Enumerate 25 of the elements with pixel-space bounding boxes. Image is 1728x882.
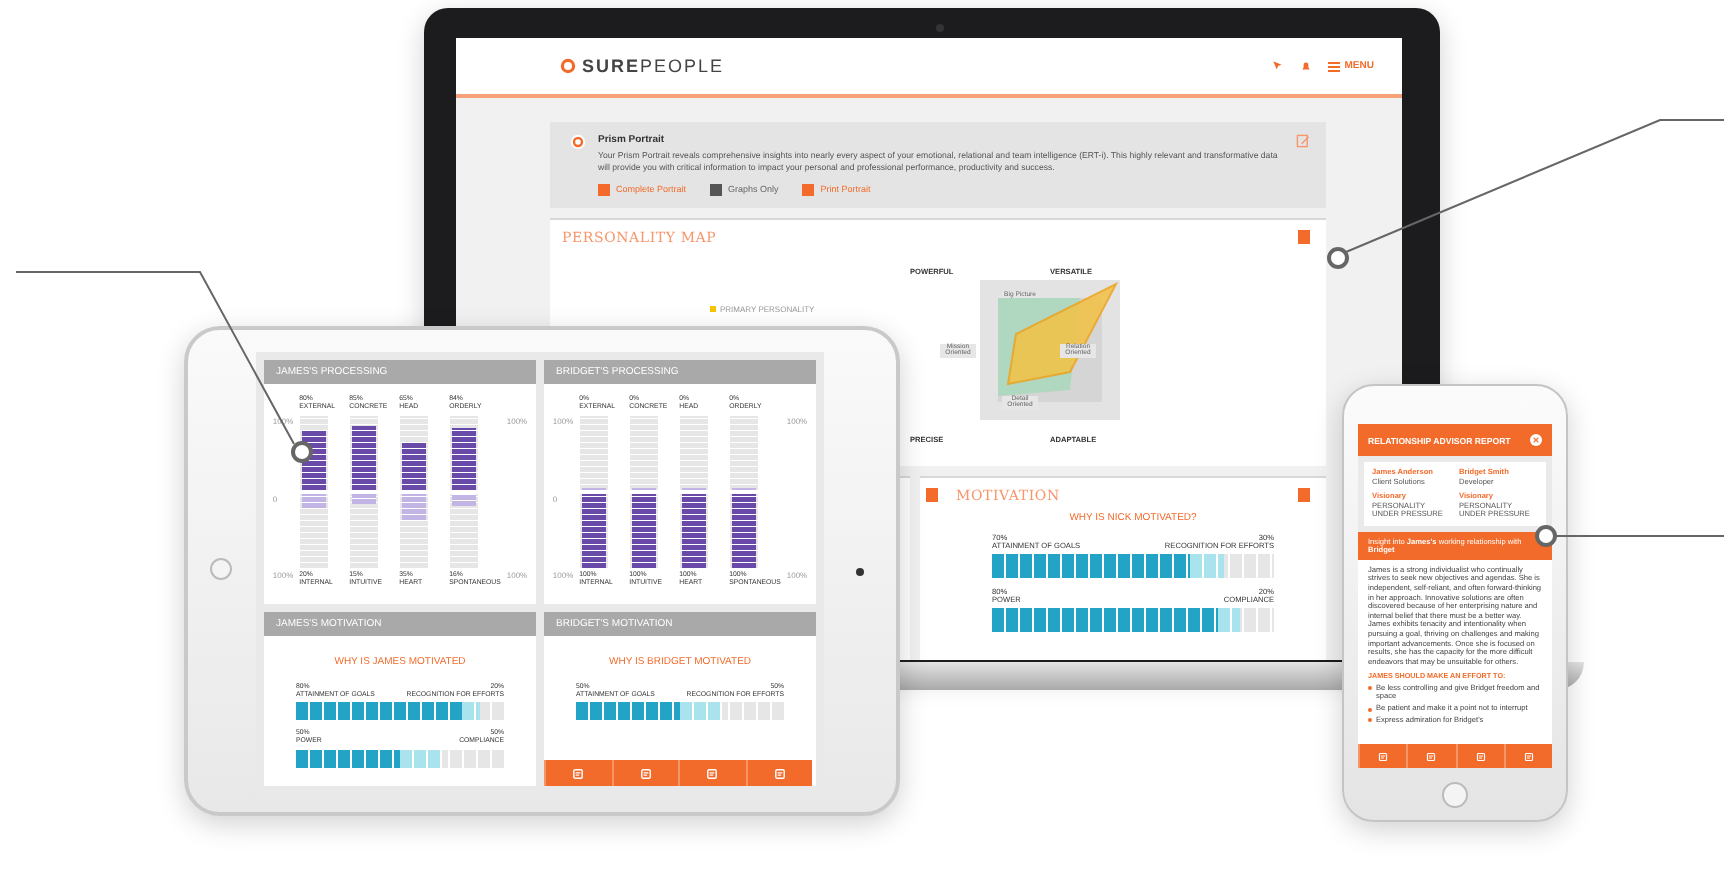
document-icon [639,767,652,779]
motivation-secondary-fill [680,702,722,721]
info-badge-icon[interactable] [1298,229,1310,244]
document-icon [1378,751,1389,761]
info-badge-icon[interactable] [926,487,938,502]
info-badge-icon[interactable] [1298,487,1310,502]
menu-icon [1328,61,1341,71]
motivation-secondary-fill [1189,553,1224,578]
motivation-secondary-fill [400,749,442,768]
logo-icon [570,134,586,150]
document-icon [572,767,585,779]
brand-name: SUREPEOPLE [582,56,725,76]
edit-icon[interactable] [1296,134,1310,148]
document-icon [1523,751,1534,761]
motivation-secondary-fill [1217,608,1241,633]
document-icon [773,767,786,779]
motivation-secondary-fill [462,702,479,721]
cursor-icon[interactable] [1272,60,1285,72]
personality-radar-drawing [980,279,1120,420]
document-icon [706,767,719,779]
close-icon[interactable] [1530,434,1542,446]
document-icon [1475,751,1486,761]
document-icon [1426,751,1437,761]
logo-icon [560,58,576,74]
bell-icon[interactable] [1300,60,1313,72]
